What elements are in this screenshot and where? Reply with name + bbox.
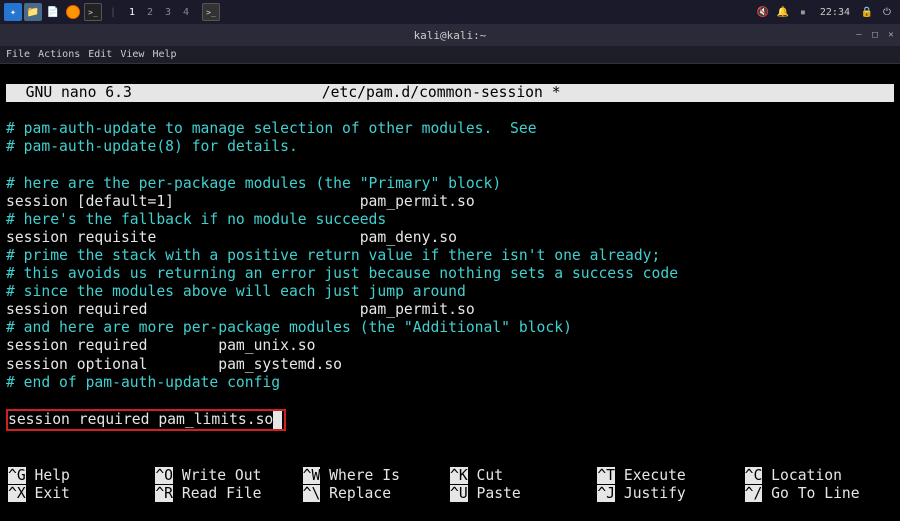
shortcut-key: ^C bbox=[745, 467, 763, 484]
shortcut-label: Justify bbox=[615, 485, 686, 502]
file-line: session requisite pam_deny.so bbox=[6, 229, 894, 247]
files2-icon[interactable]: 📄 bbox=[44, 3, 62, 21]
file-line: # since the modules above will each just… bbox=[6, 283, 894, 301]
file-line: # here's the fallback if no module succe… bbox=[6, 211, 894, 229]
file-line: # and here are more per-package modules … bbox=[6, 319, 894, 337]
shortcut: ^\ Replace bbox=[303, 485, 450, 503]
taskbar-term-icon[interactable]: >_ bbox=[202, 3, 220, 21]
shortcut-label: Location bbox=[762, 467, 842, 484]
file-line: # pam-auth-update to manage selection of… bbox=[6, 120, 894, 138]
workspace-2[interactable]: 2 bbox=[142, 7, 158, 18]
workspace-4[interactable]: 4 bbox=[178, 7, 194, 18]
shortcut-label: Go To Line bbox=[762, 485, 859, 502]
file-line: # end of pam-auth-update config bbox=[6, 374, 894, 392]
shortcut-label: Execute bbox=[615, 467, 686, 484]
lock-icon[interactable]: 🔒 bbox=[858, 3, 876, 21]
window-title: kali@kali:~ bbox=[414, 29, 487, 42]
shortcut-label: Paste bbox=[468, 485, 521, 502]
file-line: session [default=1] pam_permit.so bbox=[6, 193, 894, 211]
workspace-3[interactable]: 3 bbox=[160, 7, 176, 18]
shortcut-key: ^O bbox=[155, 467, 173, 484]
cursor bbox=[273, 411, 282, 429]
menu-edit[interactable]: Edit bbox=[88, 49, 112, 60]
nano-shortcut-bar: ^G Help^O Write Out^W Where Is^K Cut^T E… bbox=[6, 467, 894, 503]
shortcut-key: ^U bbox=[450, 485, 468, 502]
shortcut: ^G Help bbox=[8, 467, 155, 485]
notifications-icon[interactable]: 🔔 bbox=[774, 3, 792, 21]
shortcut-key: ^G bbox=[8, 467, 26, 484]
shortcut-label: Where Is bbox=[320, 467, 400, 484]
shortcut: ^T Execute bbox=[597, 467, 744, 485]
shortcut: ^O Write Out bbox=[155, 467, 302, 485]
terminal-menubar: File Actions Edit View Help bbox=[0, 46, 900, 64]
shortcut-label: Help bbox=[26, 467, 70, 484]
shortcut-label: Read File bbox=[173, 485, 261, 502]
file-line: # here are the per-package modules (the … bbox=[6, 175, 894, 193]
sep-icon: | bbox=[104, 3, 122, 21]
file-line: session optional pam_systemd.so bbox=[6, 356, 894, 374]
firefox-icon[interactable] bbox=[64, 3, 82, 21]
shortcut: ^K Cut bbox=[450, 467, 597, 485]
highlighted-edit-line: session required pam_limits.so bbox=[6, 409, 286, 431]
file-line: # this avoids us returning an error just… bbox=[6, 265, 894, 283]
power-icon[interactable]: ⏻ bbox=[878, 3, 896, 21]
shortcut-key: ^\ bbox=[303, 485, 321, 502]
shortcut-label: Replace bbox=[320, 485, 391, 502]
shortcut-key: ^W bbox=[303, 467, 321, 484]
volume-muted-icon[interactable]: 🔇 bbox=[754, 3, 772, 21]
shortcut: ^R Read File bbox=[155, 485, 302, 503]
system-panel: ✦ 📁 📄 >_ | 1 2 3 4 >_ 🔇 🔔 ▪ 22:34 🔒 ⏻ bbox=[0, 0, 900, 24]
workspace-1[interactable]: 1 bbox=[124, 7, 140, 18]
menu-view[interactable]: View bbox=[120, 49, 144, 60]
shortcut-key: ^/ bbox=[745, 485, 763, 502]
shortcut-label: Write Out bbox=[173, 467, 261, 484]
kali-menu-icon[interactable]: ✦ bbox=[4, 3, 22, 21]
terminal-icon[interactable]: >_ bbox=[84, 3, 102, 21]
file-line: session required pam_permit.so bbox=[6, 301, 894, 319]
menu-file[interactable]: File bbox=[6, 49, 30, 60]
close-icon[interactable]: ✕ bbox=[886, 30, 896, 40]
battery-icon[interactable]: ▪ bbox=[794, 3, 812, 21]
menu-help[interactable]: Help bbox=[152, 49, 176, 60]
file-line: session required pam_unix.so bbox=[6, 337, 894, 355]
shortcut: ^C Location bbox=[745, 467, 892, 485]
shortcut-key: ^X bbox=[8, 485, 26, 502]
shortcut-label: Cut bbox=[468, 467, 503, 484]
file-line bbox=[6, 156, 894, 174]
file-line: # prime the stack with a positive return… bbox=[6, 247, 894, 265]
shortcut: ^U Paste bbox=[450, 485, 597, 503]
shortcut-key: ^T bbox=[597, 467, 615, 484]
clock[interactable]: 22:34 bbox=[820, 7, 850, 18]
window-titlebar[interactable]: kali@kali:~ – □ ✕ bbox=[0, 24, 900, 46]
shortcut: ^J Justify bbox=[597, 485, 744, 503]
shortcut-key: ^K bbox=[450, 467, 468, 484]
shortcut: ^W Where Is bbox=[303, 467, 450, 485]
files-icon[interactable]: 📁 bbox=[24, 3, 42, 21]
shortcut: ^/ Go To Line bbox=[745, 485, 892, 503]
file-line: # pam-auth-update(8) for details. bbox=[6, 138, 894, 156]
shortcut: ^X Exit bbox=[8, 485, 155, 503]
nano-header: GNU nano 6.3/etc/pam.d/common-session * bbox=[6, 84, 894, 102]
menu-actions[interactable]: Actions bbox=[38, 49, 80, 60]
shortcut-key: ^R bbox=[155, 485, 173, 502]
terminal-content[interactable]: GNU nano 6.3/etc/pam.d/common-session * … bbox=[0, 64, 900, 521]
shortcut-key: ^J bbox=[597, 485, 615, 502]
maximize-icon[interactable]: □ bbox=[870, 30, 880, 40]
shortcut-label: Exit bbox=[26, 485, 70, 502]
minimize-icon[interactable]: – bbox=[854, 30, 864, 40]
